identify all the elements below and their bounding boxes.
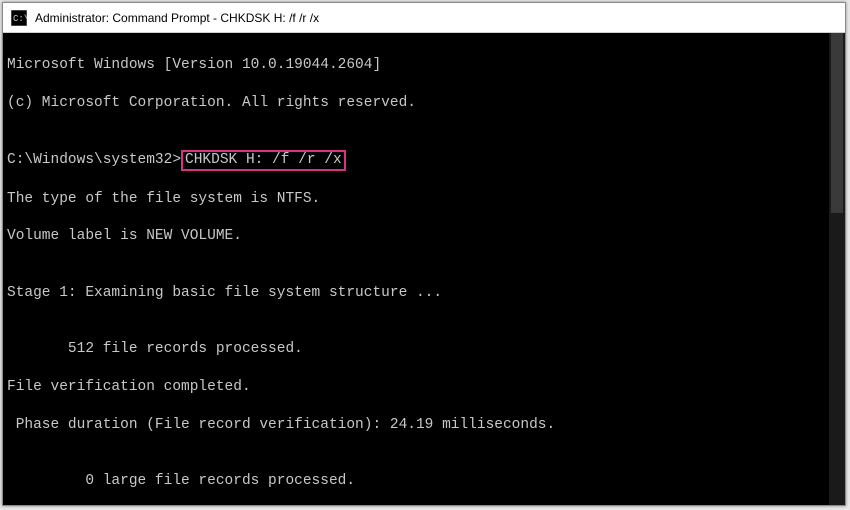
prompt-line: C:\Windows\system32>CHKDSK H: /f /r /x <box>7 150 841 171</box>
terminal-output[interactable]: Microsoft Windows [Version 10.0.19044.26… <box>3 33 845 505</box>
output-line: Stage 1: Examining basic file system str… <box>7 284 841 303</box>
output-line: Microsoft Windows [Version 10.0.19044.26… <box>7 56 841 75</box>
prompt-path: C:\Windows\system32> <box>7 152 181 168</box>
scrollbar[interactable] <box>829 33 845 505</box>
window-title: Administrator: Command Prompt - CHKDSK H… <box>35 11 837 25</box>
output-line: Volume label is NEW VOLUME. <box>7 227 841 246</box>
svg-text:C:\: C:\ <box>13 14 27 24</box>
output-line: 512 file records processed. <box>7 340 841 359</box>
titlebar[interactable]: C:\ Administrator: Command Prompt - CHKD… <box>3 3 845 33</box>
cmd-icon: C:\ <box>11 10 27 26</box>
output-line: File verification completed. <box>7 378 841 397</box>
scrollbar-thumb[interactable] <box>831 33 843 213</box>
output-line: (c) Microsoft Corporation. All rights re… <box>7 94 841 113</box>
output-line: 0 large file records processed. <box>7 472 841 491</box>
command-prompt-window: C:\ Administrator: Command Prompt - CHKD… <box>2 2 846 506</box>
highlighted-command: CHKDSK H: /f /r /x <box>181 150 346 171</box>
output-line: The type of the file system is NTFS. <box>7 190 841 209</box>
output-line: Phase duration (File record verification… <box>7 416 841 435</box>
